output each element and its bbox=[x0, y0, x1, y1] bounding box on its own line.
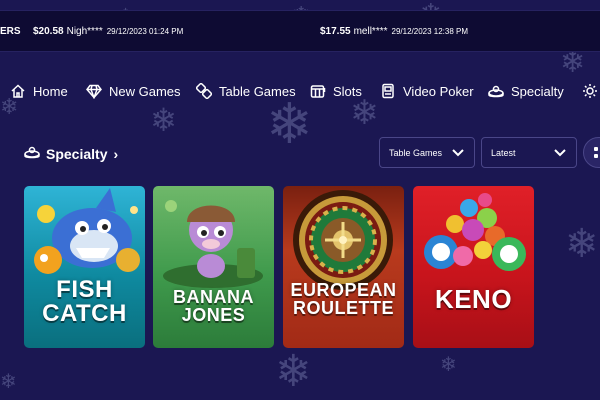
snowflake-decoration: ❄ bbox=[275, 347, 312, 396]
win-date: 29/12/2023 12:38 PM bbox=[391, 27, 469, 36]
category-filter-select[interactable]: Table Games bbox=[379, 137, 475, 168]
sort-value: Latest bbox=[491, 147, 516, 158]
snowflake-decoration: ❄ bbox=[440, 354, 457, 376]
snowflake-decoration: ❄ bbox=[560, 46, 586, 79]
game-card-banana-jones[interactable]: BANANA JONES bbox=[153, 186, 274, 348]
category-nav: Home New Games Table Games Slots Video P… bbox=[0, 80, 600, 102]
ticker-fragment: ERS bbox=[0, 26, 21, 37]
nav-item-home[interactable]: Home bbox=[10, 80, 68, 102]
slot-machine-icon bbox=[310, 83, 326, 99]
nav-item-label: Table Games bbox=[219, 83, 296, 99]
nav-item-slots[interactable]: Slots bbox=[310, 80, 362, 102]
game-title: FISH CATCH bbox=[42, 276, 127, 328]
snowflake-decoration: ❄ bbox=[266, 92, 313, 155]
win-amount: $20.58 bbox=[33, 26, 64, 37]
game-title: EUROPEAN ROULETTE bbox=[290, 280, 397, 319]
game-card-fish-catch[interactable]: FISH CATCH bbox=[24, 186, 145, 348]
winner-name: Nigh**** bbox=[66, 26, 103, 37]
nav-item-label: Video Poker bbox=[403, 83, 474, 99]
ticker-item: $20.58 Nigh**** 29/12/2023 01:24 PM bbox=[33, 26, 183, 37]
game-card-european-roulette[interactable]: EUROPEAN ROULETTE bbox=[283, 186, 404, 348]
nav-item-specialty[interactable]: Specialty bbox=[488, 80, 564, 102]
keno-balls-art bbox=[424, 193, 526, 271]
snowflake-decoration: ❄ bbox=[565, 222, 599, 266]
win-amount: $17.55 bbox=[320, 26, 351, 37]
house-icon bbox=[10, 83, 26, 99]
win-date: 29/12/2023 01:24 PM bbox=[106, 27, 184, 36]
nav-item-table-games[interactable]: Table Games bbox=[196, 80, 296, 102]
snowflake-decoration: ❄ bbox=[0, 371, 17, 393]
game-title: KENO bbox=[434, 284, 513, 314]
chevron-down-icon bbox=[554, 147, 566, 157]
category-filter-value: Table Games bbox=[389, 147, 443, 158]
diamond-icon bbox=[86, 83, 102, 99]
ticker-item: $17.55 mell**** 29/12/2023 12:38 PM bbox=[320, 26, 468, 37]
game-title: BANANA JONES bbox=[173, 287, 254, 326]
section-title: Specialty bbox=[46, 146, 108, 162]
nav-item-label: Home bbox=[33, 83, 68, 99]
winners-ticker: ERS $20.58 Nigh**** 29/12/2023 01:24 PM $1… bbox=[0, 10, 600, 52]
nav-item-new-games[interactable]: New Games bbox=[86, 80, 181, 102]
snowflake-decoration: ❄ bbox=[150, 102, 177, 138]
chevron-down-icon bbox=[452, 147, 464, 157]
gear-icon bbox=[582, 83, 598, 99]
nav-item-label: New Games bbox=[109, 83, 181, 99]
bingo-icon bbox=[488, 83, 504, 99]
sort-select[interactable]: Latest bbox=[481, 137, 577, 168]
grid-view-button[interactable] bbox=[583, 137, 600, 168]
dice-icon bbox=[196, 83, 212, 99]
nav-item-more[interactable] bbox=[582, 80, 600, 102]
bingo-icon bbox=[24, 144, 40, 165]
winner-name: mell**** bbox=[353, 26, 388, 37]
section-title-link[interactable]: Specialty › bbox=[24, 143, 118, 165]
game-card-keno[interactable]: KENO bbox=[413, 186, 534, 348]
chevron-right-icon: › bbox=[113, 146, 119, 162]
poker-machine-icon bbox=[380, 83, 396, 99]
nav-item-video-poker[interactable]: Video Poker bbox=[380, 80, 474, 102]
nav-item-label: Specialty bbox=[511, 83, 564, 99]
roulette-wheel-art bbox=[293, 190, 393, 290]
nav-item-label: Slots bbox=[333, 83, 362, 99]
